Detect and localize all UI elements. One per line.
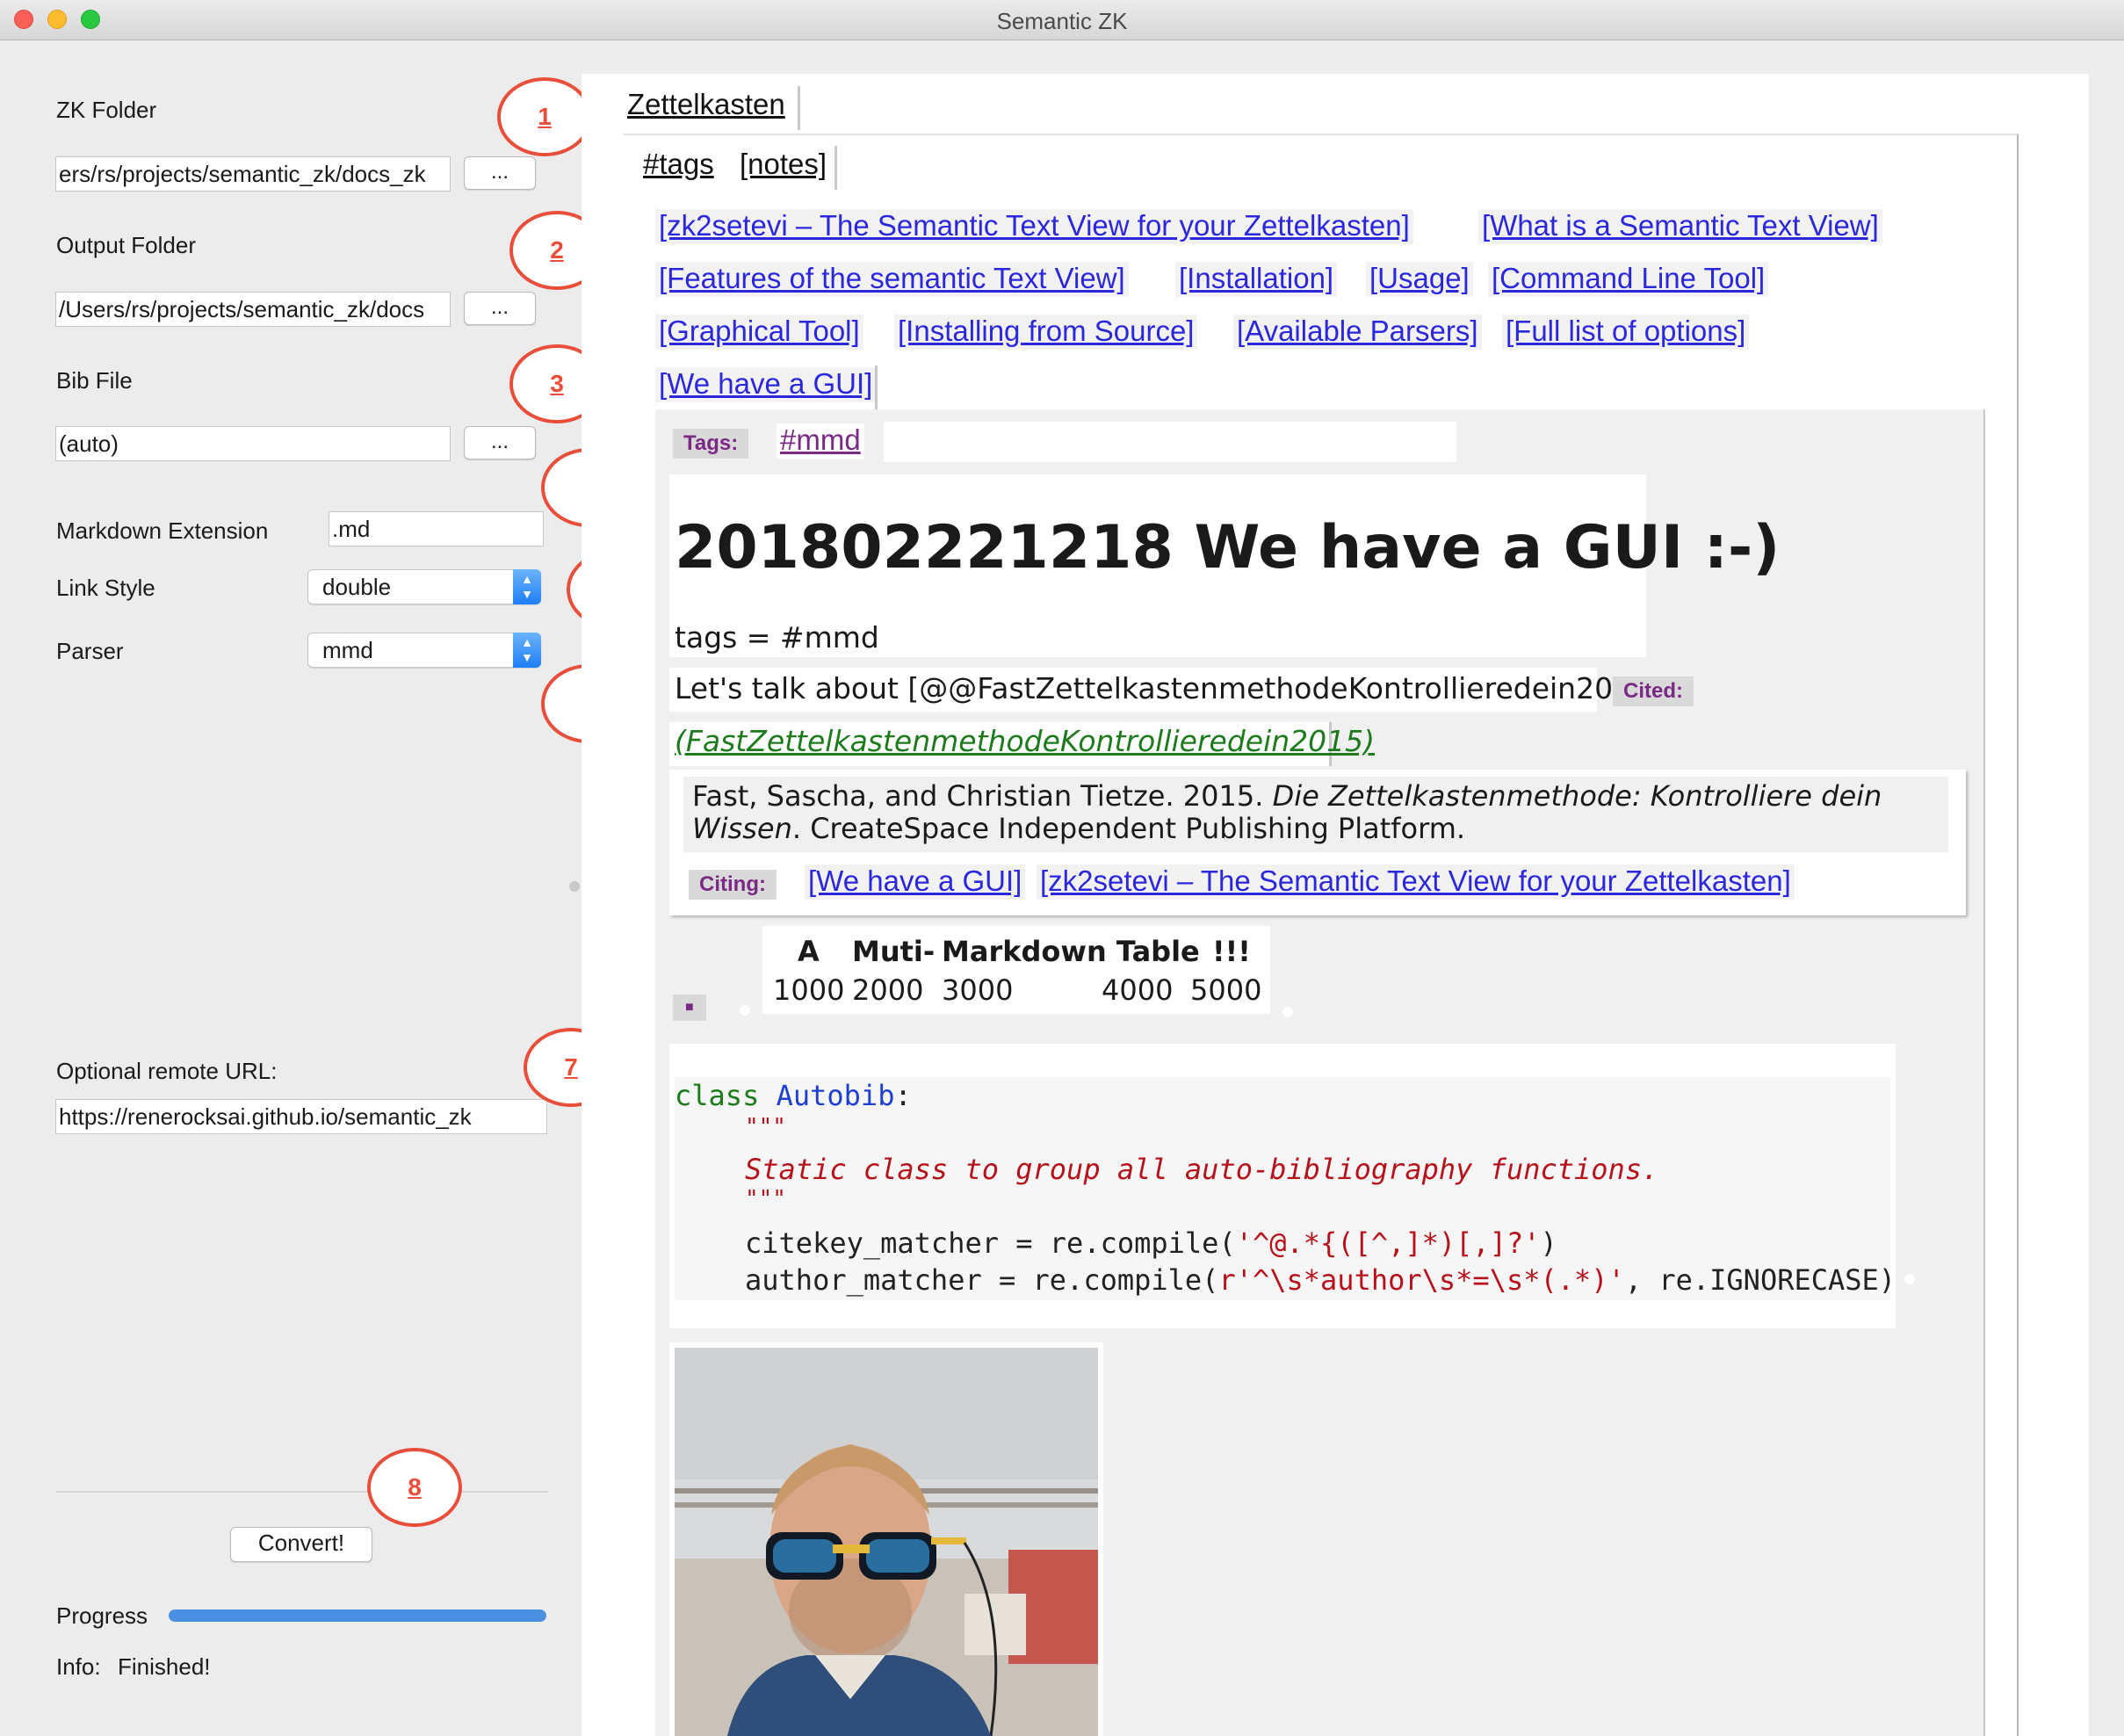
remote-url-field[interactable]: https://renerocksai.github.io/semantic_z… bbox=[55, 1099, 547, 1134]
divider bbox=[56, 1491, 548, 1493]
note-link[interactable]: [What is a Semantic Text View] bbox=[1478, 209, 1882, 244]
link-style-label: Link Style bbox=[56, 575, 155, 601]
code-text: citekey_matcher = re.compile( bbox=[745, 1226, 1236, 1260]
note-link[interactable]: [Features of the semantic Text View] bbox=[655, 262, 1129, 297]
note-heading: 201802221218 We have a GUI :-) bbox=[675, 513, 1781, 582]
cited-badge: Cited: bbox=[1613, 676, 1694, 706]
parser-select[interactable]: mmd ▲ ▼ bbox=[307, 633, 541, 668]
splitter-handle[interactable] bbox=[569, 881, 580, 892]
citing-link[interactable]: [We have a GUI] bbox=[805, 864, 1026, 900]
tab-tags[interactable]: #tags bbox=[643, 148, 714, 181]
note-link[interactable]: [Graphical Tool] bbox=[655, 315, 863, 350]
code-string: r'^\s*author\s*=\s*(.*)' bbox=[1218, 1263, 1625, 1297]
remote-url-label: Optional remote URL: bbox=[56, 1058, 278, 1084]
output-folder-field[interactable]: /Users/rs/projects/semantic_zk/docs bbox=[55, 292, 451, 327]
profile-photo bbox=[675, 1348, 1098, 1736]
table-cell: 2000 bbox=[852, 973, 924, 1007]
output-folder-browse-button[interactable]: ... bbox=[464, 292, 536, 325]
zk-folder-browse-button[interactable]: ... bbox=[464, 156, 536, 190]
tag-link[interactable]: #mmd bbox=[777, 423, 864, 459]
citation-title-cont: Wissen bbox=[692, 812, 792, 845]
parser-label: Parser bbox=[56, 638, 124, 664]
code-line: class Autobib: bbox=[675, 1079, 912, 1112]
note-link[interactable]: [Full list of options] bbox=[1502, 315, 1750, 350]
table-header-cell: A bbox=[798, 935, 820, 968]
parser-value: mmd bbox=[322, 637, 373, 663]
table-header-cell: Muti- bbox=[852, 935, 936, 968]
progress-fill bbox=[169, 1609, 546, 1622]
tags-line: tags = #mmd bbox=[675, 620, 879, 655]
link-separator bbox=[875, 365, 878, 409]
cite-key-link[interactable]: (FastZettelkastenmethodeKontrollieredein… bbox=[675, 724, 1375, 758]
table-header-cell: !!! bbox=[1212, 935, 1251, 968]
code-text: author_matcher = re.compile( bbox=[745, 1263, 1219, 1297]
code-class-name: Autobib bbox=[776, 1079, 895, 1112]
table-header-cell: Markdown Table bbox=[942, 935, 1200, 968]
citation-authors: Fast, Sascha, and Christian Tietze. 2015… bbox=[692, 779, 1264, 813]
table-cell: 1000 bbox=[773, 973, 845, 1007]
talk-line: Let's talk about [@@FastZettelkastenmeth… bbox=[675, 671, 1661, 705]
bib-file-browse-button[interactable]: ... bbox=[464, 426, 536, 459]
tab-separator bbox=[798, 86, 800, 130]
table-cell: 3000 bbox=[942, 973, 1014, 1007]
bullet bbox=[1282, 1007, 1293, 1017]
table-cell: 4000 bbox=[1102, 973, 1174, 1007]
output-folder-label: Output Folder bbox=[56, 232, 196, 258]
bullet bbox=[740, 1005, 750, 1016]
tab-zettelkasten[interactable]: Zettelkasten bbox=[627, 88, 785, 121]
code-text: ) bbox=[1540, 1226, 1557, 1260]
tab-separator bbox=[834, 146, 837, 190]
note-link[interactable]: [Usage] bbox=[1366, 262, 1473, 297]
citing-badge: Citing: bbox=[689, 870, 777, 900]
code-docquote: """ bbox=[745, 1186, 786, 1212]
tags-badge: Tags: bbox=[673, 429, 749, 459]
zk-folder-field[interactable]: ers/rs/projects/semantic_zk/docs_zk bbox=[55, 156, 451, 192]
chevron-updown-icon: ▲ ▼ bbox=[513, 569, 541, 604]
tag-field bbox=[884, 422, 1456, 462]
citation-text: Fast, Sascha, and Christian Tietze. 2015… bbox=[692, 780, 1940, 845]
link-style-value: double bbox=[322, 574, 392, 600]
table-cell: 5000 bbox=[1190, 973, 1262, 1007]
bib-file-label: Bib File bbox=[56, 367, 133, 394]
progress-bar bbox=[169, 1609, 546, 1622]
convert-button[interactable]: Convert! bbox=[230, 1527, 372, 1562]
note-link[interactable]: [We have a GUI] bbox=[655, 367, 877, 402]
callout-8: 8 bbox=[367, 1448, 462, 1527]
code-line: author_matcher = re.compile(r'^\s*author… bbox=[745, 1263, 1896, 1297]
progress-label: Progress bbox=[56, 1602, 148, 1629]
note-link[interactable]: [zk2setevi – The Semantic Text View for … bbox=[655, 209, 1413, 244]
citation-publisher: . CreateSpace Independent Publishing Pla… bbox=[791, 812, 1466, 845]
citing-link[interactable]: [zk2setevi – The Semantic Text View for … bbox=[1037, 864, 1795, 900]
note-link[interactable]: [Available Parsers] bbox=[1233, 315, 1482, 350]
code-text: , re.IGNORECASE) bbox=[1624, 1263, 1896, 1297]
code-docstring: Static class to group all auto-bibliogra… bbox=[745, 1153, 1659, 1186]
tab-notes[interactable]: [notes] bbox=[740, 148, 827, 181]
info-value: Finished! bbox=[118, 1653, 211, 1680]
note-link[interactable]: [Installing from Source] bbox=[894, 315, 1198, 350]
callout-1: 1 bbox=[497, 77, 592, 156]
link-style-select[interactable]: double ▲ ▼ bbox=[307, 569, 541, 604]
code-colon: : bbox=[894, 1079, 912, 1112]
bib-file-field[interactable]: (auto) bbox=[55, 426, 451, 461]
markdown-extension-label: Markdown Extension bbox=[56, 517, 269, 544]
info-label: Info: bbox=[56, 1653, 101, 1680]
window-title: Semantic ZK bbox=[996, 8, 1128, 34]
markdown-extension-field[interactable]: .md bbox=[329, 511, 544, 546]
citation-title: Die Zettelkastenmethode: Kontrolliere de… bbox=[1272, 779, 1882, 813]
bullet bbox=[1904, 1274, 1915, 1284]
code-line: citekey_matcher = re.compile('^@.*{([^,]… bbox=[745, 1226, 1557, 1260]
zk-folder-label: ZK Folder bbox=[56, 97, 157, 123]
chevron-updown-icon: ▲ ▼ bbox=[513, 633, 541, 668]
title-bar: Semantic ZK bbox=[0, 0, 2124, 40]
code-string: '^@.*{([^,]*)[,]?' bbox=[1235, 1226, 1541, 1260]
code-docquote: """ bbox=[745, 1114, 786, 1140]
note-link[interactable]: [Command Line Tool] bbox=[1488, 262, 1769, 297]
table-toggle-icon[interactable]: ■ bbox=[673, 995, 706, 1021]
note-link[interactable]: [Installation] bbox=[1175, 262, 1338, 297]
code-keyword: class bbox=[675, 1079, 760, 1112]
